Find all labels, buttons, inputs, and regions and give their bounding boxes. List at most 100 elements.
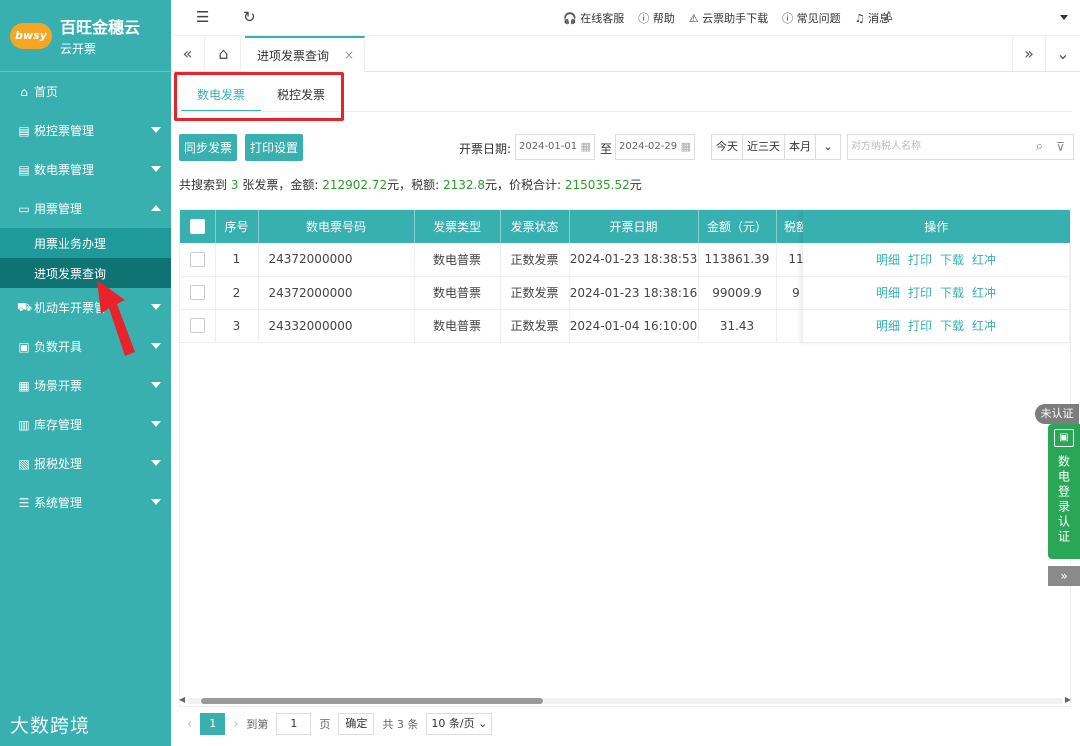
- menu-toggle-icon[interactable]: ☰: [196, 8, 209, 26]
- row-checkbox[interactable]: [189, 318, 205, 333]
- row-select: [180, 243, 216, 277]
- sync-invoice-button[interactable]: 同步发票: [179, 134, 238, 161]
- summary-count-suffix: 张发票，金额:: [242, 178, 319, 192]
- print-settings-button[interactable]: 打印设置: [245, 134, 304, 161]
- sidebar-item-digital-invoice[interactable]: ▤ 数电票管理: [0, 150, 171, 189]
- invoice-table: 序号 数电票号码 发票类型 发票状态 开票日期 金额（元） 税额 1 24372…: [179, 209, 1071, 707]
- cell-date: 2024-01-04 16:10:00: [569, 309, 699, 343]
- goto-page-input[interactable]: 1: [276, 713, 312, 735]
- collapse-float-button[interactable]: »: [1048, 566, 1080, 586]
- sidebar-item-system[interactable]: ☰ 系统管理: [0, 483, 171, 522]
- scroll-thumb[interactable]: [201, 698, 543, 704]
- page-current[interactable]: 1: [200, 713, 226, 735]
- user-icon[interactable]: ♙: [883, 9, 894, 23]
- help-label: 帮助: [652, 12, 675, 25]
- online-service-link[interactable]: 🎧 在线客服: [563, 10, 624, 26]
- tabs-scroll-left-icon[interactable]: «: [171, 36, 205, 71]
- chevron-down-icon: [151, 166, 161, 172]
- auth-panel-label: 数电登录认证: [1056, 455, 1071, 545]
- sidebar-item-label: 报税处理: [34, 457, 83, 471]
- home-tab-icon[interactable]: ⌂: [207, 36, 241, 71]
- cell-type: 数电普票: [414, 243, 501, 277]
- help-link[interactable]: ⓘ 帮助: [638, 10, 675, 26]
- assistant-download-label: 云票助手下载: [702, 12, 769, 25]
- sidebar-item-tax-report[interactable]: ▧ 报税处理: [0, 444, 171, 483]
- summary-total-suffix: 元: [629, 178, 642, 192]
- select-all-checkbox[interactable]: [189, 219, 205, 234]
- scroll-left-icon[interactable]: ◀: [179, 695, 185, 704]
- print-link[interactable]: 打印: [908, 319, 932, 333]
- sidebar-item-home[interactable]: ⌂ 首页: [0, 72, 171, 111]
- quick-this-month[interactable]: 本月: [785, 135, 816, 159]
- sidebar-item-stock[interactable]: ▥ 库存管理: [0, 405, 171, 444]
- stock-icon: ▥: [18, 417, 30, 432]
- summary-amount: 212902.72: [322, 178, 388, 192]
- cell-invoice-no: 24332000000: [258, 309, 415, 343]
- detail-link[interactable]: 明细: [876, 253, 900, 267]
- to-label: 至: [600, 142, 613, 156]
- detail-link[interactable]: 明细: [876, 286, 900, 300]
- next-page-icon[interactable]: ›: [233, 717, 238, 732]
- top-links: 🎧 在线客服 ⓘ 帮助 ⚠ 云票助手下载 ⓘ 常见问题 ♫ 消息: [563, 10, 890, 26]
- sidebar-item-invoice-usage[interactable]: ▭ 用票管理: [0, 189, 171, 228]
- invoice-table-main: 序号 数电票号码 发票类型 发票状态 开票日期 金额（元） 税额 1 24372…: [180, 210, 817, 343]
- row-checkbox[interactable]: [189, 285, 205, 300]
- chevron-down-icon[interactable]: [1060, 15, 1068, 20]
- cell-status: 正数发票: [500, 276, 570, 310]
- chevron-down-icon: [151, 421, 161, 427]
- red-reverse-link[interactable]: 红冲: [972, 319, 996, 333]
- print-link[interactable]: 打印: [908, 253, 932, 267]
- download-link[interactable]: 下载: [940, 286, 964, 300]
- brand: bwsy 百旺金穗云 云开票: [0, 0, 171, 72]
- tabs-scroll-right-icon[interactable]: »: [1012, 36, 1046, 71]
- date-from-input[interactable]: 2024-01-01 ▦: [515, 134, 595, 160]
- search-placeholder: 对方纳税人名称: [851, 141, 921, 152]
- assistant-download-link[interactable]: ⚠ 云票助手下载: [689, 10, 768, 26]
- invoice-icon: ▤: [18, 123, 30, 138]
- table-row[interactable]: 1 24372000000 数电普票 正数发票 2024-01-23 18:38…: [180, 243, 817, 277]
- tab-input-invoice-query[interactable]: 进项发票查询 ×: [245, 36, 365, 72]
- print-link[interactable]: 打印: [908, 286, 932, 300]
- quick-three-days[interactable]: 近三天: [743, 135, 785, 159]
- quick-today[interactable]: 今天: [712, 135, 743, 159]
- close-icon[interactable]: ×: [344, 48, 354, 62]
- table-row[interactable]: 2 24372000000 数电普票 正数发票 2024-01-23 18:38…: [180, 276, 817, 310]
- scroll-right-icon[interactable]: ▶: [1065, 695, 1071, 704]
- prev-page-icon[interactable]: ‹: [187, 717, 192, 732]
- detail-link[interactable]: 明细: [876, 319, 900, 333]
- download-link[interactable]: 下载: [940, 319, 964, 333]
- online-service-label: 在线客服: [580, 12, 625, 25]
- sidebar-item-tax-control[interactable]: ▤ 税控票管理: [0, 111, 171, 150]
- download-link[interactable]: 下载: [940, 253, 964, 267]
- row-checkbox[interactable]: [189, 251, 205, 267]
- cell-seq: 2: [215, 276, 259, 310]
- settings-icon: ☰: [18, 495, 30, 510]
- filter-icon[interactable]: ⊽: [1056, 135, 1065, 159]
- car-icon: ⛟: [17, 299, 33, 314]
- row-select: [180, 276, 216, 310]
- date-to-input[interactable]: 2024-02-29 ▦: [615, 134, 695, 160]
- chevron-up-icon: [151, 205, 161, 211]
- search-icon[interactable]: ⌕: [1036, 135, 1043, 159]
- table-row: 明细 打印 下载 红冲: [803, 243, 1070, 277]
- horizontal-scrollbar[interactable]: ◀ ▶: [179, 694, 1071, 706]
- topbar: ☰ ↻ 🎧 在线客服 ⓘ 帮助 ⚠ 云票助手下载 ⓘ 常见问题 ♫ 消息 ♙: [171, 0, 1080, 36]
- digital-login-auth-button[interactable]: ▣ 数电登录认证: [1048, 424, 1080, 559]
- chevron-down-icon[interactable]: ⌄: [816, 135, 840, 159]
- buyer-name-search-input[interactable]: 对方纳税人名称 ⌕ ⊽: [847, 134, 1074, 160]
- sidebar-subitem-business[interactable]: 用票业务办理: [0, 228, 171, 258]
- table-row[interactable]: 3 24332000000 数电普票 正数发票 2024-01-04 16:10…: [180, 309, 817, 343]
- tabbar: « ⌂ 进项发票查询 × » ⌄: [171, 36, 1080, 72]
- brand-sub: 云开票: [60, 42, 97, 56]
- tabs-menu-chevron-icon[interactable]: ⌄: [1046, 36, 1080, 71]
- goto-confirm-button[interactable]: 确定: [338, 713, 375, 735]
- sidebar-item-label: 数电票管理: [34, 163, 95, 177]
- red-reverse-link[interactable]: 红冲: [972, 286, 996, 300]
- col-invoice-no: 数电票号码: [258, 210, 415, 243]
- red-reverse-link[interactable]: 红冲: [972, 253, 996, 267]
- page-size-select[interactable]: 10 条/页 ⌄: [426, 713, 493, 735]
- refresh-icon[interactable]: ↻: [243, 8, 256, 26]
- faq-link[interactable]: ⓘ 常见问题: [782, 10, 841, 26]
- sidebar-item-scene[interactable]: ▦ 场景开票: [0, 366, 171, 405]
- scene-icon: ▦: [18, 378, 30, 393]
